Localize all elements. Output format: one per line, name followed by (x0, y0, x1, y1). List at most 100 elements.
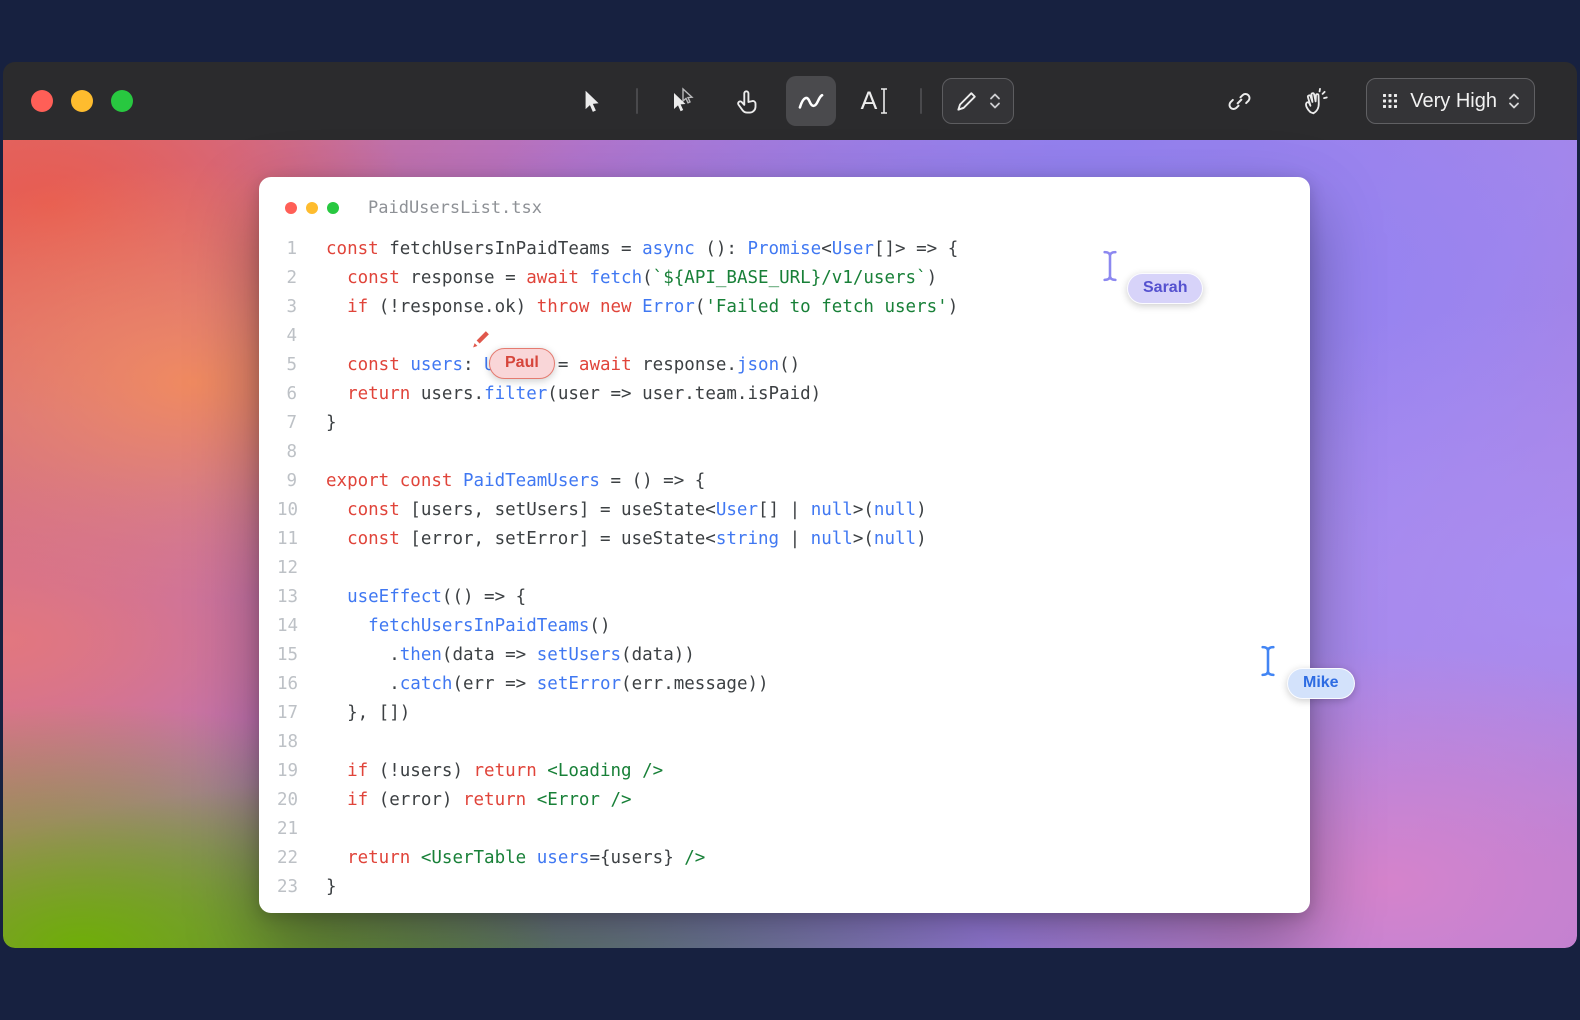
app-toolbar: A (3, 62, 1577, 140)
line-number: 13 (277, 583, 297, 612)
zoom-button[interactable] (111, 90, 133, 112)
multi-cursor-tool[interactable] (658, 76, 708, 126)
line-number: 18 (277, 728, 297, 757)
chevron-up-down-icon (1507, 91, 1521, 111)
cursor-arrow-icon (578, 88, 604, 114)
code-text: const [error, setError] = useState<strin… (326, 525, 927, 554)
cursor-tool[interactable] (566, 76, 616, 126)
toolbar-divider (636, 88, 638, 114)
quality-selector[interactable]: Very High (1366, 78, 1535, 124)
line-number: 22 (277, 844, 297, 873)
code-line: 14 fetchUsersInPaidTeams() (277, 612, 1310, 641)
text-tool-label: A (861, 87, 878, 116)
desktop-wallpaper: PaidUsersList.tsx 1 const fetchUsersInPai… (3, 140, 1577, 948)
draw-tool[interactable] (786, 76, 836, 126)
code-text: if (!response.ok) throw new Error('Faile… (326, 293, 958, 322)
line-number: 14 (277, 612, 297, 641)
code-line: 22 return <UserTable users={users} /> (277, 844, 1310, 873)
code-text: const [users, setUsers] = useState<User[… (326, 496, 927, 525)
code-text: useEffect(() => { (326, 583, 526, 612)
stroke-style[interactable] (942, 78, 1014, 124)
code-line: 8 (277, 438, 1310, 467)
line-number: 6 (277, 380, 297, 409)
code-line: 17 }, []) (277, 699, 1310, 728)
code-line: 11 const [error, setError] = useState<st… (277, 525, 1310, 554)
toolbar-divider (920, 88, 922, 114)
line-number: 12 (277, 554, 297, 583)
collaborator-badge-paul: Paul (489, 348, 555, 379)
code-line: 18 (277, 728, 1310, 757)
code-line: 7} (277, 409, 1310, 438)
code-line: 19 if (!users) return <Loading /> (277, 757, 1310, 786)
code-text: if (!users) return <Loading /> (326, 757, 663, 786)
line-number: 21 (277, 815, 297, 844)
pencil-line-icon (954, 88, 980, 114)
code-line: 12 (277, 554, 1310, 583)
line-number: 20 (277, 786, 297, 815)
collaborator-name: Mike (1303, 674, 1339, 691)
code-text: return users.filter(user => user.team.is… (326, 380, 821, 409)
code-text: const fetchUsersInPaidTeams = async (): … (326, 235, 958, 264)
tool-group: A (566, 76, 1014, 126)
line-number: 8 (277, 438, 297, 467)
code-text: }, []) (326, 699, 410, 728)
chevron-up-down-icon (988, 91, 1002, 111)
code-text: .catch(err => setError(err.message)) (326, 670, 769, 699)
line-number: 1 (277, 235, 297, 264)
line-number: 23 (277, 873, 297, 902)
line-number: 19 (277, 757, 297, 786)
line-number: 16 (277, 670, 297, 699)
line-number: 5 (277, 351, 297, 380)
clap-tool[interactable] (1290, 76, 1340, 126)
screen-share-app: A (3, 62, 1577, 948)
close-button[interactable] (31, 90, 53, 112)
collaborator-badge-mike: Mike (1287, 668, 1355, 699)
window-controls (31, 62, 133, 140)
text-tool[interactable]: A (850, 76, 900, 126)
code-text: if (error) return <Error /> (326, 786, 632, 815)
code-line: 5 const users: User[] = await response.j… (277, 351, 1310, 380)
code-line: 9 export const PaidTeamUsers = () => { (277, 467, 1310, 496)
line-number: 9 (277, 467, 297, 496)
code-line: 20 if (error) return <Error /> (277, 786, 1310, 815)
line-number: 17 (277, 699, 297, 728)
collaborator-name: Paul (505, 354, 539, 371)
minimize-button[interactable] (71, 90, 93, 112)
collaborator-name: Sarah (1143, 279, 1187, 296)
code-line: 15 .then(data => setUsers(data)) (277, 641, 1310, 670)
quality-label: Very High (1410, 90, 1497, 113)
text-cursor-icon (879, 87, 889, 115)
code-area[interactable]: 1 const fetchUsersInPaidTeams = async ():… (259, 231, 1310, 912)
line-number: 11 (277, 525, 297, 554)
editor-zoom-button[interactable] (327, 202, 339, 214)
editor-minimize-button[interactable] (306, 202, 318, 214)
code-line: 6 return users.filter(user => user.team.… (277, 380, 1310, 409)
code-text: } (326, 873, 337, 902)
code-line: 21 (277, 815, 1310, 844)
link-icon (1226, 88, 1253, 115)
quality-grid-icon (1380, 91, 1400, 111)
code-line: 16 .catch(err => setError(err.message)) (277, 670, 1310, 699)
line-number: 3 (277, 293, 297, 322)
code-text: const response = await fetch(`${API_BASE… (326, 264, 937, 293)
code-text: } (326, 409, 337, 438)
link-tool[interactable] (1214, 76, 1264, 126)
pointing-hand-icon (734, 88, 761, 115)
code-line: 4 (277, 322, 1310, 351)
mike-text-cursor-icon (1258, 645, 1278, 677)
tap-tool[interactable] (722, 76, 772, 126)
line-number: 15 (277, 641, 297, 670)
code-line: 13 useEffect(() => { (277, 583, 1310, 612)
editor-close-button[interactable] (285, 202, 297, 214)
code-text: .then(data => setUsers(data)) (326, 641, 695, 670)
line-number: 4 (277, 322, 297, 351)
code-text: const users: User[] = await response.jso… (326, 351, 800, 380)
line-number: 2 (277, 264, 297, 293)
code-line: 10 const [users, setUsers] = useState<Us… (277, 496, 1310, 525)
editor-titlebar: PaidUsersList.tsx (259, 177, 1310, 231)
paul-pencil-cursor-icon (466, 324, 496, 354)
collaborator-badge-sarah: Sarah (1127, 273, 1203, 304)
code-text: return <UserTable users={users} /> (326, 844, 705, 873)
clap-icon (1302, 88, 1329, 115)
code-text: export const PaidTeamUsers = () => { (326, 467, 705, 496)
